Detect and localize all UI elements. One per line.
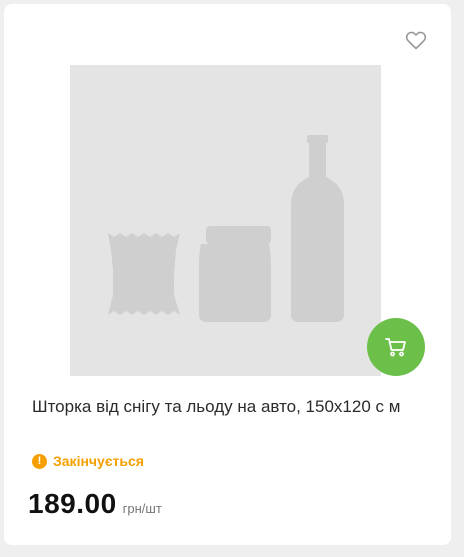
- price-row: 189.00 грн/шт: [28, 488, 162, 520]
- product-title[interactable]: Шторка від снігу та льоду на авто, 150х1…: [32, 393, 427, 421]
- stock-status-text: Закінчується: [53, 453, 144, 469]
- add-to-cart-button[interactable]: [367, 318, 425, 376]
- product-price: 189.00: [28, 488, 117, 519]
- product-placeholder-image: [108, 135, 344, 322]
- cart-icon: [385, 338, 406, 357]
- price-unit: грн/шт: [122, 501, 162, 516]
- exclamation-icon: !: [32, 453, 47, 469]
- heart-outline-icon: [405, 31, 427, 50]
- stock-status: ! Закінчується: [32, 453, 144, 469]
- product-card[interactable]: Шторка від снігу та льоду на авто, 150х1…: [4, 4, 451, 545]
- product-image[interactable]: [70, 65, 381, 376]
- favorite-button[interactable]: [404, 28, 428, 52]
